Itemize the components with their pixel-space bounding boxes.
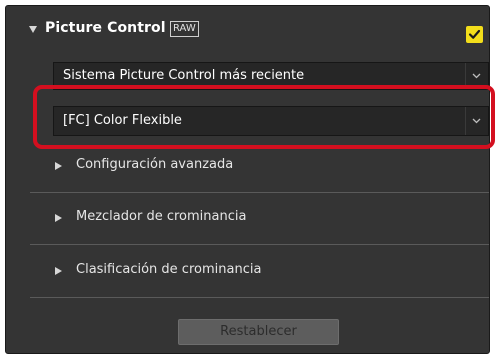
section-label: Clasificación de crominancia [76, 262, 262, 277]
section-label: Mezclador de crominancia [76, 209, 247, 224]
expand-triangle-icon [55, 162, 62, 170]
panel-header[interactable]: Picture Control RAW [6, 6, 489, 46]
picture-control-panel: Picture Control RAW Sistema Picture Cont… [5, 5, 490, 354]
enable-checkbox[interactable] [466, 26, 483, 43]
section-chroma-grading[interactable]: Clasificación de crominancia [6, 260, 489, 284]
chevron-down-icon [472, 73, 481, 79]
collapse-triangle-icon[interactable] [29, 26, 37, 33]
section-chroma-mixer[interactable]: Mezclador de crominancia [6, 207, 489, 231]
divider [30, 297, 489, 298]
version-select-value: Sistema Picture Control más reciente [63, 68, 305, 83]
divider [30, 244, 489, 245]
section-label: Configuración avanzada [76, 157, 234, 172]
panel-title: Picture Control [45, 20, 166, 36]
checkmark-icon [468, 29, 481, 39]
section-advanced-settings[interactable]: Configuración avanzada [6, 155, 489, 179]
expand-triangle-icon [55, 214, 62, 222]
highlight-annotation [33, 85, 495, 149]
raw-badge: RAW [170, 21, 199, 37]
expand-triangle-icon [55, 267, 62, 275]
divider [30, 192, 489, 193]
reset-button[interactable]: Restablecer [178, 319, 339, 345]
